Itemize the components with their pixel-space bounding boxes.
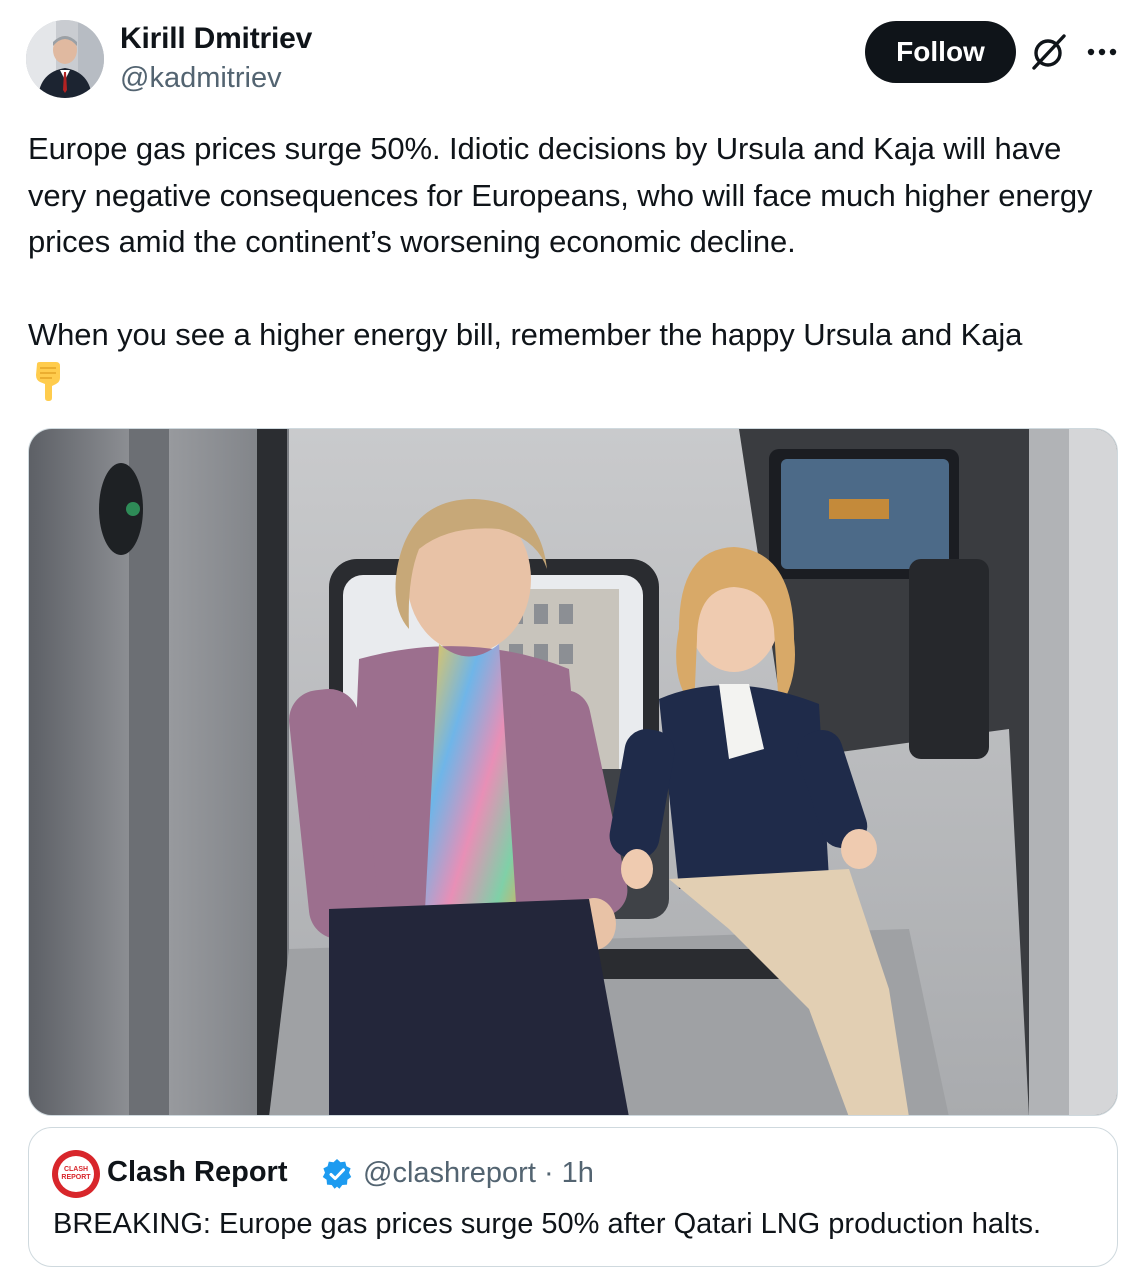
pointing-down-emoji-icon [28,360,68,402]
follow-button[interactable]: Follow [865,21,1016,83]
grok-icon[interactable] [1030,32,1068,72]
tweet-photo[interactable] [28,428,1118,1116]
quote-avatar-logo: CLASH REPORT [58,1156,94,1192]
quote-avatar[interactable]: CLASH REPORT [52,1150,100,1198]
verified-badge-icon [321,1158,353,1190]
tweet-paragraph-1: Europe gas prices surge 50%. Idiotic dec… [28,131,1093,259]
tweet-header: Kirill Dmitriev @kadmitriev Follow [0,0,1147,110]
tweet-text: Europe gas prices surge 50%. Idiotic dec… [28,126,1123,402]
quote-text: BREAKING: Europe gas prices surge 50% af… [53,1208,1042,1240]
author-handle[interactable]: @kadmitriev [120,62,282,95]
quoted-tweet[interactable]: CLASH REPORT Clash Report @clashreport ·… [28,1127,1118,1267]
author-name[interactable]: Kirill Dmitriev [120,22,312,56]
quote-author-name[interactable]: Clash Report [107,1156,287,1189]
more-horizontal-icon[interactable] [1086,42,1118,62]
author-avatar[interactable] [26,20,104,98]
tweet-paragraph-2: When you see a higher energy bill, remem… [28,316,1023,352]
quote-handle-time[interactable]: @clashreport · 1h [363,1157,594,1190]
